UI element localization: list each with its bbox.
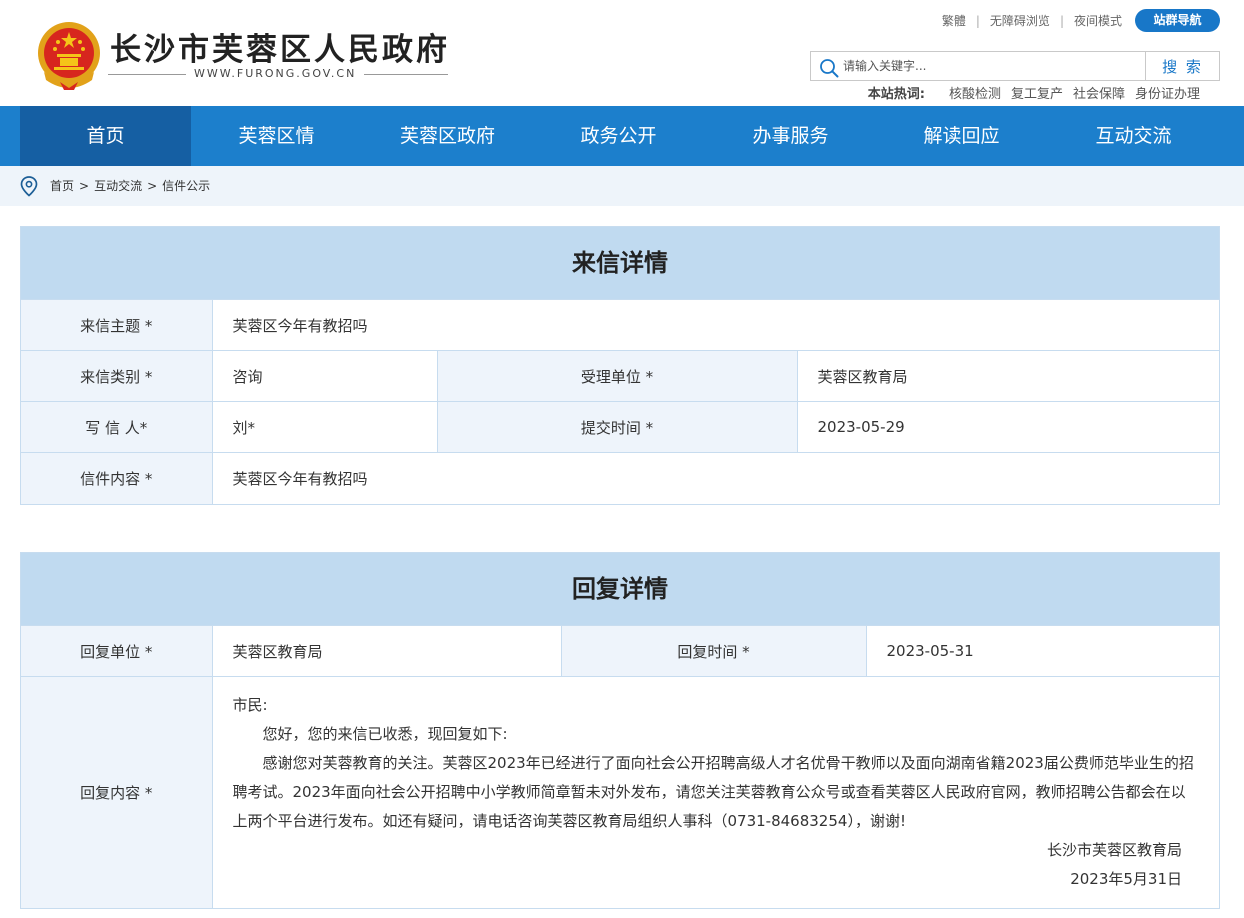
breadcrumb: 首页 > 互动交流 > 信件公示 [0, 166, 1244, 206]
nav-services[interactable]: 办事服务 [705, 106, 876, 166]
reply-content-body: 市民: 您好，您的来信已收悉，现回复如下: 感谢您对芙蓉教育的关注。芙蓉区202… [213, 677, 1220, 908]
top-link-separator: | [1059, 14, 1064, 28]
search-icon [820, 59, 839, 78]
letter-details-table: 来信主题 * 芙蓉区今年有教招吗 来信类别 * 咨询 受理单位 * 芙蓉区教育局… [21, 299, 1219, 504]
site-url: WWW.FURONG.GOV.CN [186, 66, 365, 82]
reply-time-value: 2023-05-31 [865, 625, 1219, 677]
location-pin-icon [20, 176, 38, 197]
night-mode-link[interactable]: 夜间模式 [1074, 13, 1122, 29]
nav-home[interactable]: 首页 [20, 106, 191, 166]
reply-details-table: 回复单位 * 芙蓉区教育局 回复时间 * 2023-05-31 回复内容 * 市… [21, 625, 1219, 908]
reply-content-cell: 市民: 您好，您的来信已收悉，现回复如下: 感谢您对芙蓉教育的关注。芙蓉区202… [211, 676, 1220, 908]
letter-writer-value: 刘* [211, 401, 437, 453]
reply-time-label: 回复时间 * [560, 625, 866, 677]
submit-time-value: 2023-05-29 [796, 401, 1219, 453]
hot-word-social-security[interactable]: 社会保障 [1073, 86, 1125, 104]
reply-unit-value: 芙蓉区教育局 [211, 625, 561, 677]
accessibility-link[interactable]: 无障碍浏览 [990, 13, 1050, 29]
letter-category-label: 来信类别 * [21, 350, 212, 402]
table-row: 回复单位 * 芙蓉区教育局 回复时间 * 2023-05-31 [21, 625, 1219, 677]
table-row: 写 信 人* 刘* 提交时间 * 2023-05-29 [21, 401, 1219, 453]
reply-paragraph-1: 您好，您的来信已收悉，现回复如下: [262, 725, 508, 743]
letter-writer-label: 写 信 人* [21, 401, 212, 453]
table-row: 信件内容 * 芙蓉区今年有教招吗 [21, 452, 1219, 504]
hot-word-id-card[interactable]: 身份证办理 [1135, 86, 1200, 104]
table-row: 回复内容 * 市民: 您好，您的来信已收悉，现回复如下: 感谢您对芙蓉教育的关注… [21, 676, 1220, 908]
letter-details-panel: 来信详情 来信主题 * 芙蓉区今年有教招吗 来信类别 * 咨询 受理单位 * 芙… [20, 226, 1220, 505]
letter-subject-value: 芙蓉区今年有教招吗 [211, 299, 1219, 351]
letter-subject-label: 来信主题 * [21, 299, 212, 351]
site-header: 长沙市芙蓉区人民政府 WWW.FURONG.GOV.CN 繁體 | 无障碍浏览 … [0, 0, 1244, 106]
search-button[interactable]: 搜 索 [1145, 52, 1219, 80]
top-links: 繁體 | 无障碍浏览 | 夜间模式 [942, 13, 1122, 29]
reply-paragraph-2: 感谢您对芙蓉教育的关注。芙蓉区2023年已经进行了面向社会公开招聘高级人才名优骨… [232, 754, 1194, 830]
hot-words-label: 本站热词: [867, 87, 925, 102]
hot-word-resume-work[interactable]: 复工复产 [1011, 86, 1063, 104]
letter-content-label: 信件内容 * [21, 452, 212, 504]
reply-date: 2023年5月31日 [1070, 870, 1182, 888]
breadcrumb-letter-publication[interactable]: 信件公示 [162, 166, 210, 206]
nav-furong-government[interactable]: 芙蓉区政府 [362, 106, 533, 166]
hot-words: 本站热词: 核酸检测 复工复产 社会保障 身份证办理 [868, 86, 1200, 104]
table-row: 来信主题 * 芙蓉区今年有教招吗 [21, 299, 1219, 351]
reply-details-title: 回复详情 [21, 553, 1219, 625]
breadcrumb-interaction[interactable]: 互动交流 [94, 166, 142, 206]
reply-content-label: 回复内容 * [21, 676, 212, 908]
nav-furong-overview[interactable]: 芙蓉区情 [191, 106, 362, 166]
reply-details-panel: 回复详情 回复单位 * 芙蓉区教育局 回复时间 * 2023-05-31 回复内… [20, 552, 1220, 909]
letter-content-value: 芙蓉区今年有教招吗 [211, 452, 1219, 504]
reply-signature: 长沙市芙蓉区教育局 [1046, 841, 1182, 859]
breadcrumb-home[interactable]: 首页 [50, 166, 74, 206]
reply-unit-label: 回复单位 * [21, 625, 212, 677]
breadcrumb-separator: > [147, 179, 158, 193]
table-row: 来信类别 * 咨询 受理单位 * 芙蓉区教育局 [21, 350, 1219, 402]
site-group-nav-button[interactable]: 站群导航 [1135, 9, 1220, 32]
nav-government-affairs[interactable]: 政务公开 [533, 106, 704, 166]
submit-time-label: 提交时间 * [436, 401, 797, 453]
handling-unit-value: 芙蓉区教育局 [796, 350, 1219, 402]
search-box: 搜 索 [810, 51, 1220, 81]
breadcrumb-trail: 首页 > 互动交流 > 信件公示 [50, 166, 210, 206]
hot-word-nucleic-test[interactable]: 核酸检测 [949, 86, 1001, 104]
breadcrumb-separator: > [79, 179, 90, 193]
nav-interpretation[interactable]: 解读回应 [876, 106, 1047, 166]
handling-unit-label: 受理单位 * [436, 350, 797, 402]
top-link-separator: | [975, 14, 980, 28]
reply-salutation: 市民: [232, 696, 268, 714]
nav-interaction[interactable]: 互动交流 [1048, 106, 1219, 166]
main-nav: 首页 芙蓉区情 芙蓉区政府 政务公开 办事服务 解读回应 互动交流 [0, 106, 1244, 166]
national-emblem-icon[interactable] [36, 20, 102, 90]
search-input[interactable] [843, 54, 1143, 78]
traditional-chinese-link[interactable]: 繁體 [942, 13, 966, 29]
site-title[interactable]: 长沙市芙蓉区人民政府 [110, 32, 450, 68]
letter-category-value: 咨询 [211, 350, 437, 402]
letter-details-title: 来信详情 [21, 227, 1219, 299]
